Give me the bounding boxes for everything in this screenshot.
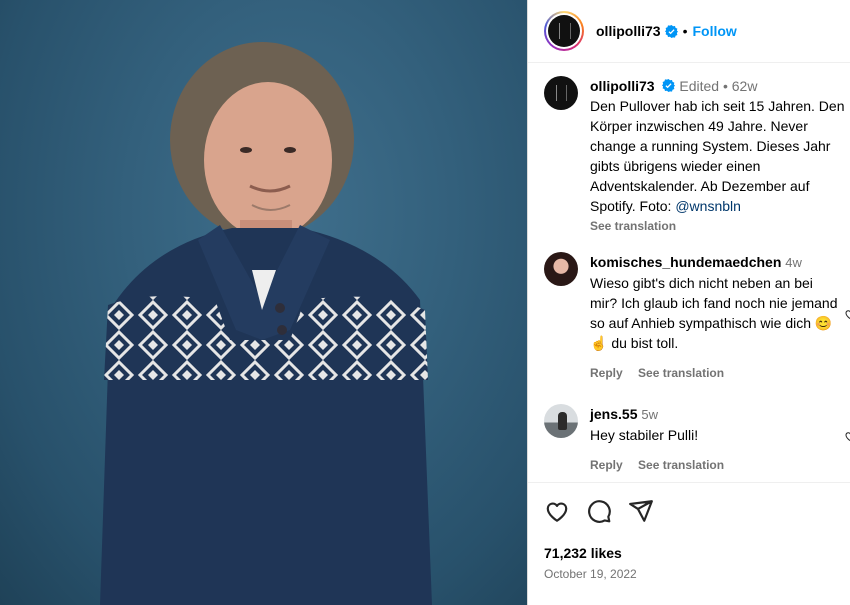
like-heart-icon[interactable]: [544, 498, 570, 524]
comments-list[interactable]: ollipolli73 Edited • 62w Den Pullover ha…: [528, 64, 850, 482]
post-side-panel: ollipolli73 • Follow ollipolli73 Edited …: [527, 0, 850, 605]
caption-age[interactable]: 62w: [732, 78, 758, 94]
post-actions: 71,232 likes October 19, 2022: [528, 482, 850, 581]
see-translation-link[interactable]: See translation: [590, 219, 676, 233]
comment-text: Wieso gibt's dich nicht neben an bei mir…: [590, 275, 838, 351]
post-photo: [0, 0, 527, 605]
separator-dot: •: [722, 78, 728, 94]
comment-username[interactable]: jens.55: [590, 406, 637, 422]
comment-age[interactable]: 5w: [641, 407, 658, 422]
caption-username[interactable]: ollipolli73: [590, 78, 655, 94]
avatar-image: [548, 15, 580, 47]
likes-count[interactable]: 71,232 likes: [544, 545, 834, 561]
commenter-avatar[interactable]: [544, 252, 578, 286]
caption-entry: ollipolli73 Edited • 62w Den Pullover ha…: [544, 76, 850, 236]
reply-button[interactable]: Reply: [590, 366, 623, 380]
post-header: ollipolli73 • Follow: [528, 0, 850, 63]
comment-username[interactable]: komisches_hundemaedchen: [590, 254, 781, 270]
comment-entry: jens.55 5w Hey stabiler Pulli! Reply See…: [544, 404, 838, 475]
see-translation-link[interactable]: See translation: [638, 458, 724, 472]
verified-badge-icon: [664, 24, 678, 38]
post-date[interactable]: October 19, 2022: [544, 567, 834, 581]
comment-age[interactable]: 4w: [785, 255, 802, 270]
see-translation-link[interactable]: See translation: [638, 366, 724, 380]
separator-dot: •: [682, 23, 688, 39]
story-avatar[interactable]: [544, 11, 584, 51]
caption-avatar[interactable]: [544, 76, 578, 110]
verified-badge-icon: [662, 79, 676, 92]
comment-bubble-icon[interactable]: [586, 498, 612, 524]
share-send-icon[interactable]: [628, 498, 654, 524]
edited-label: Edited: [679, 78, 720, 94]
like-comment-heart-icon[interactable]: [844, 430, 850, 442]
like-comment-heart-icon[interactable]: [844, 308, 850, 320]
mention-link[interactable]: @wnsnbln: [675, 198, 741, 214]
follow-button[interactable]: Follow: [692, 23, 736, 39]
commenter-avatar[interactable]: [544, 404, 578, 438]
comment-text: Hey stabiler Pulli!: [590, 427, 699, 443]
caption-text: Den Pullover hab ich seit 15 Jahren. Den…: [590, 98, 845, 214]
reply-button[interactable]: Reply: [590, 458, 623, 472]
portrait-illustration: [100, 42, 432, 605]
comment-entry: komisches_hundemaedchen 4w Wieso gibt's …: [544, 252, 838, 383]
header-username[interactable]: ollipolli73: [596, 23, 661, 39]
